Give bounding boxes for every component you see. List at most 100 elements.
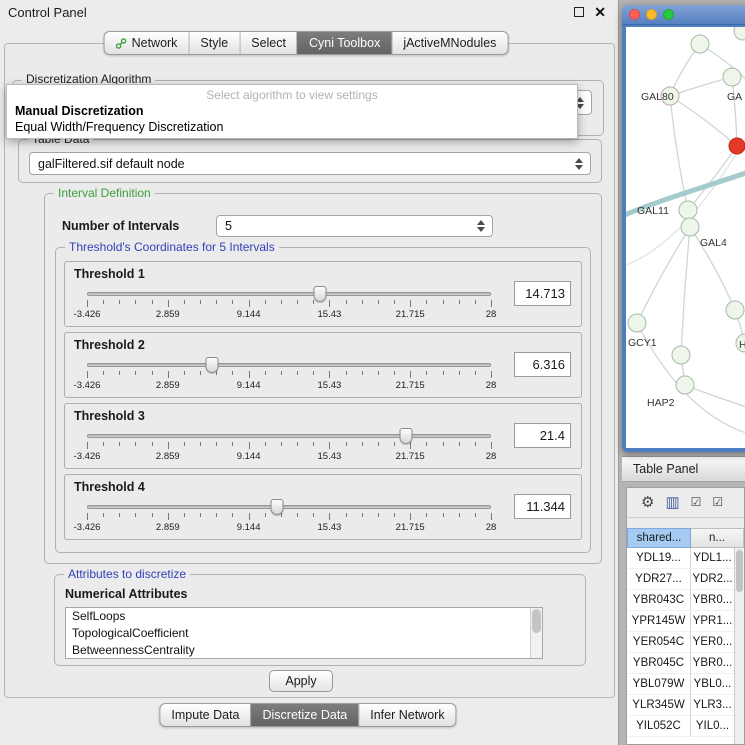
threshold-value-field[interactable]: 11.344 [514,494,571,519]
table-row[interactable]: YBR043CYBR0... [627,590,734,611]
list-item[interactable]: TopologicalCoefficient [66,625,542,642]
list-scrollbar-thumb[interactable] [532,609,541,633]
columns-icon[interactable]: ▥ [665,495,679,510]
slider-thumb[interactable] [314,286,327,302]
close-traffic-light-icon[interactable] [629,9,640,20]
network-node[interactable] [691,35,709,53]
network-canvas[interactable]: GAL80GAGAL11GAL4GCY1HAP2H [626,27,745,448]
network-node[interactable] [628,314,646,332]
scale-label: 28 [486,522,497,533]
threshold-slider[interactable]: -3.4262.8599.14415.4321.71528 [87,427,491,467]
network-node[interactable] [679,201,697,219]
cell-shared-name[interactable]: YER054C [627,632,691,653]
table-row[interactable]: YBR045CYBR0... [627,653,734,674]
table-scrollbar[interactable] [734,548,744,744]
slider-track[interactable] [87,292,491,296]
table-row[interactable]: YDR27...YDR2... [627,569,734,590]
cell-name[interactable]: YDR2... [691,569,734,590]
table-row[interactable]: YBL079WYBL0... [627,674,734,695]
popup-option-manual[interactable]: Manual Discretization [7,103,577,119]
slider-thumb[interactable] [400,428,413,444]
cell-name[interactable]: YER0... [691,632,734,653]
slider-thumb[interactable] [270,499,283,515]
threshold-value-field[interactable]: 21.4 [514,423,571,448]
tab-select[interactable]: Select [239,32,297,54]
slider-tick [135,300,136,304]
float-panel-icon[interactable] [574,7,584,17]
zoom-traffic-light-icon[interactable] [663,9,674,20]
cell-shared-name[interactable]: YLR345W [627,695,691,716]
cell-name[interactable]: YIL0... [691,716,734,737]
network-node[interactable] [672,346,690,364]
column-header-shared-name[interactable]: shared... [627,528,691,548]
list-scrollbar[interactable] [530,608,542,658]
numerical-attributes-list[interactable]: SelfLoopsTopologicalCoefficientBetweenne… [65,607,543,659]
apply-button[interactable]: Apply [269,670,333,692]
bottom-tab-impute-data[interactable]: Impute Data [160,704,250,726]
slider-track[interactable] [87,434,491,438]
cell-name[interactable]: YBL0... [691,674,734,695]
slider-track[interactable] [87,363,491,367]
tab-cyni-toolbox[interactable]: Cyni Toolbox [297,32,391,54]
interval-definition-group: Interval Definition Number of Intervals … [44,193,602,564]
network-edge [670,96,737,146]
cell-name[interactable]: YDL1... [691,548,734,569]
slider-tick [152,513,153,517]
column-header-name[interactable]: n... [691,528,744,548]
table-row[interactable]: YLR345WYLR3... [627,695,734,716]
table-data-group: Table Data galFiltered.sif default node [18,139,602,183]
cell-shared-name[interactable]: YDL19... [627,548,691,569]
threshold-value-field[interactable]: 14.713 [514,281,571,306]
network-node[interactable] [676,376,694,394]
bottom-tab-infer-network[interactable]: Infer Network [358,704,455,726]
network-node[interactable] [726,301,744,319]
network-node[interactable] [681,218,699,236]
slider-tick [459,513,460,517]
tab-style[interactable]: Style [188,32,239,54]
network-window-titlebar[interactable] [622,5,745,25]
cell-shared-name[interactable]: YDR27... [627,569,691,590]
network-node[interactable] [729,138,745,154]
scale-label: 28 [486,380,497,391]
cell-shared-name[interactable]: YBR043C [627,590,691,611]
slider-thumb[interactable] [206,357,219,373]
list-item[interactable]: BetweennessCentrality [66,642,542,659]
popup-option-equal-width[interactable]: Equal Width/Frequency Discretization [7,119,577,135]
slider-track[interactable] [87,505,491,509]
cell-shared-name[interactable]: YIL052C [627,716,691,737]
cell-name[interactable]: YLR3... [691,695,734,716]
bottom-tab-discretize-data[interactable]: Discretize Data [251,704,359,726]
table-row[interactable]: YDL19...YDL1... [627,548,734,569]
cell-name[interactable]: YPR1... [691,611,734,632]
threshold-slider[interactable]: -3.4262.8599.14415.4321.71528 [87,285,491,325]
threshold-slider[interactable]: -3.4262.8599.14415.4321.71528 [87,356,491,396]
slider-tick [265,371,266,375]
gear-icon[interactable]: ⚙ [641,495,654,510]
table-data-combo[interactable]: galFiltered.sif default node [29,152,591,175]
network-node[interactable] [723,68,741,86]
cell-name[interactable]: YBR0... [691,590,734,611]
threshold-slider[interactable]: -3.4262.8599.14415.4321.71528 [87,498,491,538]
table-row[interactable]: YIL052CYIL0... [627,716,734,737]
cell-name[interactable]: YBR0... [691,653,734,674]
cell-shared-name[interactable]: YBL079W [627,674,691,695]
threshold-value-field[interactable]: 6.316 [514,352,571,377]
select-columns-icon[interactable]: ☑ [712,495,723,510]
slider-tick [152,371,153,375]
tab-network[interactable]: Network [105,32,189,54]
number-of-intervals-combo[interactable]: 5 [216,215,493,237]
table-scrollbar-thumb[interactable] [736,550,743,592]
popup-placeholder-item[interactable]: Select algorithm to view settings [7,87,577,103]
cell-shared-name[interactable]: YBR045C [627,653,691,674]
close-panel-icon[interactable]: ✕ [594,4,606,20]
minimize-traffic-light-icon[interactable] [646,9,657,20]
cell-shared-name[interactable]: YPR145W [627,611,691,632]
select-all-icon[interactable]: ☑ [691,495,702,510]
slider-tick [103,300,104,304]
table-row[interactable]: YER054CYER0... [627,632,734,653]
network-node[interactable] [734,27,745,40]
tab-jactivemnodules[interactable]: jActiveMNodules [391,32,507,54]
list-item[interactable]: SelfLoops [66,608,542,625]
network-edge [670,77,732,96]
table-row[interactable]: YPR145WYPR1... [627,611,734,632]
